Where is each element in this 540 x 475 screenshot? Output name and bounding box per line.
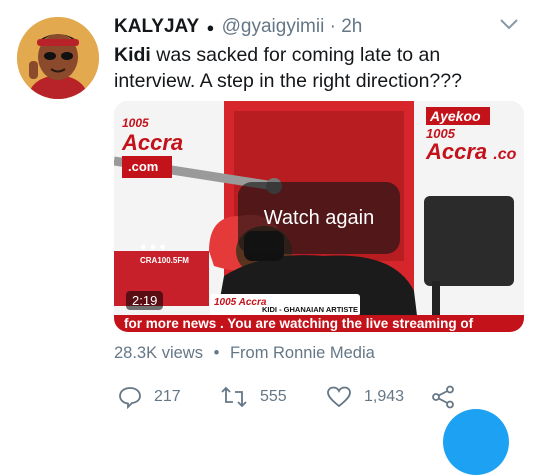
retweet-icon [221, 386, 247, 408]
station-logo-left: 1005 Accra .com [122, 113, 183, 178]
badge-dot: ● [206, 20, 215, 35]
author-name[interactable]: KALYJAY [114, 16, 199, 37]
tweet-text: Kidi was sacked for coming late to an in… [114, 42, 526, 94]
station-handle: CRA100.5FM [140, 256, 189, 265]
lower-third-caption: KIDI - GHANAIAN ARTISTE [262, 305, 358, 314]
like-count: 1,943 [364, 388, 405, 405]
tweet-header: KALYJAY ● @gyaigyimii · 2h [114, 14, 520, 40]
avatar-illustration [17, 17, 99, 99]
author-handle[interactable]: @gyaigyimii [222, 16, 325, 37]
view-count: 28.3K views [114, 344, 203, 362]
separator-dot: · [329, 16, 336, 37]
reply-count: 217 [154, 388, 181, 405]
media-source-link[interactable]: From Ronnie Media [230, 344, 375, 362]
station-logo-left-com: .com [122, 156, 172, 178]
watch-again-button[interactable]: Watch again [238, 182, 400, 254]
tweet-text-bold: Kidi [114, 44, 151, 66]
like-icon [327, 386, 351, 408]
author-avatar[interactable] [17, 17, 99, 99]
station-logo-right-name: Accra [426, 139, 488, 164]
news-ticker: for more news . You are watching the liv… [114, 315, 524, 332]
station-logo-right: Ayekoo 1005 Accra .co [426, 107, 516, 164]
station-logo-right-tag: Ayekoo [426, 107, 490, 125]
chevron-down-icon[interactable] [499, 17, 519, 36]
video-duration: 2:19 [126, 291, 164, 310]
share-icon [432, 385, 454, 409]
retweet-count: 555 [260, 388, 287, 405]
tweet-meta: 28.3K views • From Ronnie Media [114, 344, 375, 363]
like-button[interactable]: 1,943 [326, 384, 404, 410]
meta-dot: • [213, 344, 220, 362]
social-icons: ● ● ● [140, 241, 167, 253]
tweet-time[interactable]: 2h [341, 16, 362, 37]
lower-third-brand: 1005 Accra [214, 297, 267, 308]
station-logo-right-co: .co [493, 146, 517, 163]
reply-button[interactable]: 217 [118, 384, 181, 410]
tweet-actions: 217 555 1,943 [118, 384, 538, 410]
reply-icon [119, 387, 141, 409]
video-player[interactable]: 1005 Accra .com Ayekoo 1005 Accra .co ● … [114, 101, 524, 332]
retweet-button[interactable]: 555 [220, 384, 287, 410]
tweet-text-rest: was sacked for coming late to an intervi… [114, 44, 462, 92]
share-button[interactable] [430, 384, 468, 410]
station-logo-left-name: Accra [122, 130, 184, 155]
compose-fab-icon[interactable] [443, 409, 509, 475]
